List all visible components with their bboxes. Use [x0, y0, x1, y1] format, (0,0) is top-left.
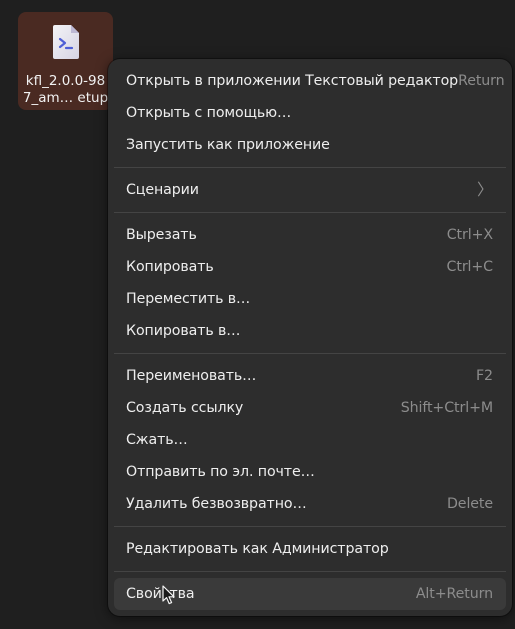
menu-item-copy[interactable]: Копировать Ctrl+C — [114, 251, 506, 283]
menu-item-rename[interactable]: Переименовать… F2 — [114, 360, 506, 392]
chevron-right-icon: 〉 — [476, 180, 493, 199]
menu-item-copy-to[interactable]: Копировать в… — [114, 315, 506, 347]
desktop-file-label: kfl_2.0.0-98 7_am… etup — [20, 73, 111, 107]
terminal-script-file-icon — [53, 25, 79, 59]
menu-separator — [114, 167, 506, 168]
menu-separator — [114, 353, 506, 354]
menu-item-compress[interactable]: Сжать… — [114, 424, 506, 456]
menu-item-shortcut: Shift+Ctrl+M — [400, 400, 493, 416]
menu-item-label: Запустить как приложение — [126, 137, 330, 153]
menu-item-label: Копировать — [126, 259, 214, 275]
menu-item-properties[interactable]: Свойства Alt+Return — [114, 578, 506, 610]
desktop-file-label-line1: kfl_2.0.0-98 — [25, 73, 106, 89]
menu-separator — [114, 212, 506, 213]
menu-item-delete-permanently[interactable]: Удалить безвозвратно… Delete — [114, 488, 506, 520]
menu-item-shortcut: Delete — [446, 496, 493, 512]
menu-item-move-to[interactable]: Переместить в… — [114, 283, 506, 315]
menu-item-label: Открыть с помощью… — [126, 105, 292, 121]
menu-separator — [114, 571, 506, 572]
desktop-file-label-line2: 7_am… etup — [22, 90, 109, 106]
menu-item-shortcut: Ctrl+X — [446, 227, 493, 243]
menu-item-shortcut: F2 — [476, 368, 493, 384]
menu-separator — [114, 526, 506, 527]
menu-item-label: Переименовать… — [126, 368, 257, 384]
menu-item-shortcut: Alt+Return — [415, 586, 493, 602]
menu-item-label: Свойства — [126, 586, 195, 602]
menu-item-label: Сжать… — [126, 432, 188, 448]
menu-item-label: Вырезать — [126, 227, 197, 243]
menu-item-create-link[interactable]: Создать ссылку Shift+Ctrl+M — [114, 392, 506, 424]
menu-item-shortcut: Ctrl+C — [446, 259, 494, 275]
menu-item-label: Сценарии — [126, 182, 199, 198]
menu-item-label: Редактировать как Администратор — [126, 541, 389, 557]
menu-item-label: Копировать в… — [126, 323, 241, 339]
menu-item-shortcut: Return — [458, 73, 505, 89]
menu-item-label: Создать ссылку — [126, 400, 244, 416]
menu-item-run-as-program[interactable]: Запустить как приложение — [114, 129, 506, 161]
menu-item-edit-as-admin[interactable]: Редактировать как Администратор — [114, 533, 506, 565]
menu-item-scripts[interactable]: Сценарии 〉 — [114, 174, 506, 206]
desktop-file-item[interactable]: kfl_2.0.0-98 7_am… etup — [18, 12, 113, 110]
context-menu: Открыть в приложении Текстовый редактор … — [108, 59, 512, 616]
menu-item-label: Переместить в… — [126, 291, 251, 307]
menu-item-label: Отправить по эл. почте… — [126, 464, 315, 480]
menu-item-label: Открыть в приложении Текстовый редактор — [126, 73, 459, 89]
menu-item-cut[interactable]: Вырезать Ctrl+X — [114, 219, 506, 251]
menu-item-open-with[interactable]: Открыть с помощью… — [114, 97, 506, 129]
menu-item-label: Удалить безвозвратно… — [126, 496, 307, 512]
menu-item-open-in-text-editor[interactable]: Открыть в приложении Текстовый редактор … — [114, 65, 506, 97]
desktop: kfl_2.0.0-98 7_am… etup Открыть в прилож… — [0, 0, 515, 629]
menu-item-send-by-email[interactable]: Отправить по эл. почте… — [114, 456, 506, 488]
